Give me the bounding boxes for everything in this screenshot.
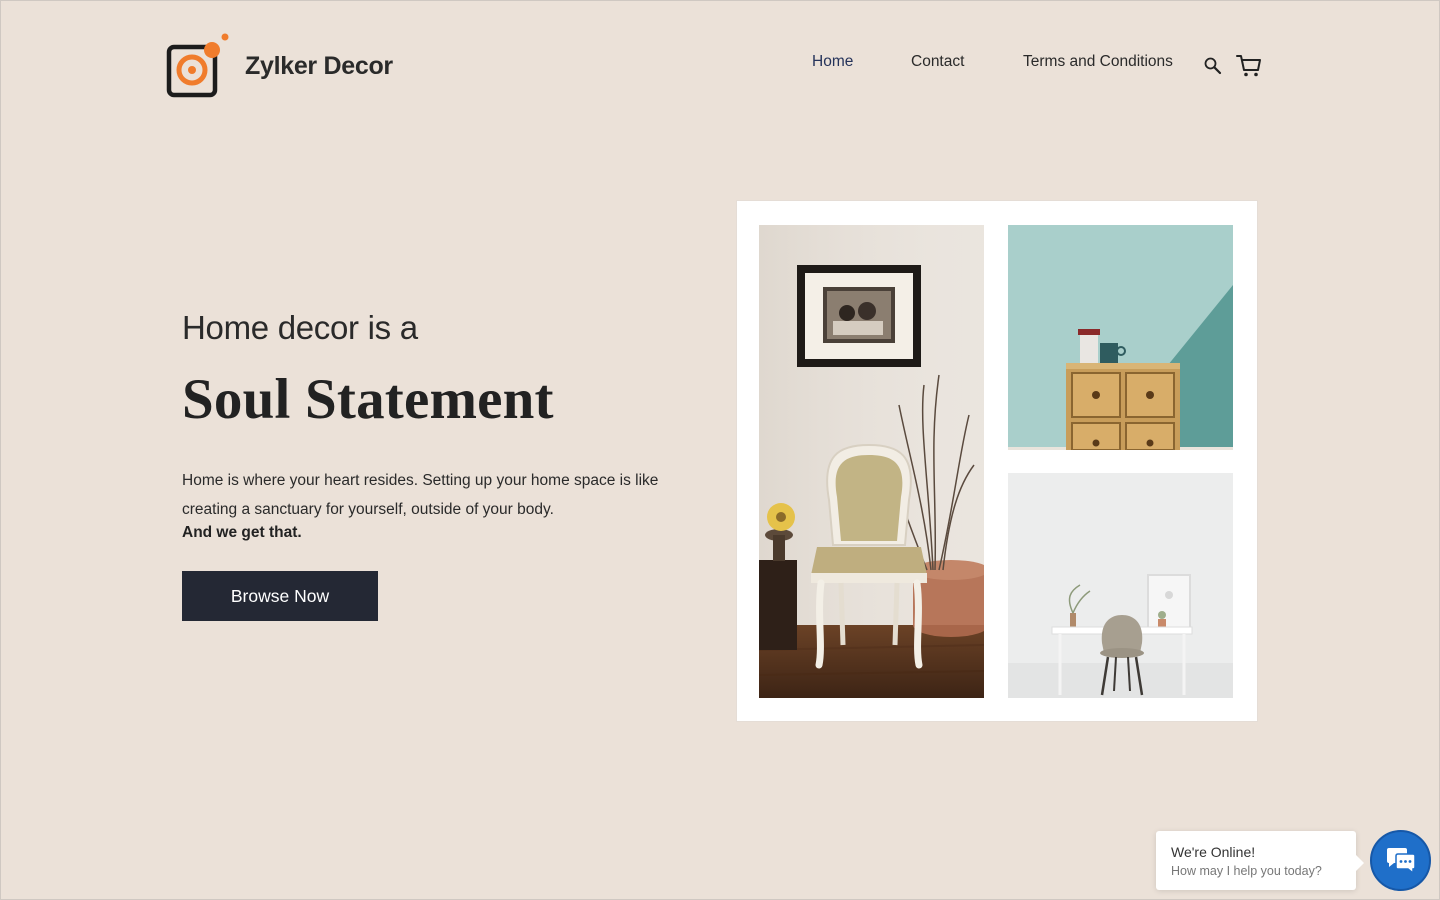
drawer-cabinet-image xyxy=(1008,225,1233,450)
chat-title: We're Online! xyxy=(1171,844,1256,860)
chat-greeting-bubble[interactable]: We're Online! How may I help you today? xyxy=(1156,831,1364,890)
search-icon[interactable] xyxy=(1203,56,1223,81)
brand-logo[interactable]: Zylker Decor xyxy=(165,33,393,99)
cart-icon[interactable] xyxy=(1236,54,1262,83)
chat-subtitle: How may I help you today? xyxy=(1171,864,1322,878)
hero-description: Home is where your heart resides. Settin… xyxy=(182,472,659,518)
site-header: Zylker Decor Home Contact Terms and Cond… xyxy=(1,1,1440,131)
brand-name: Zylker Decor xyxy=(245,51,393,80)
product-collage xyxy=(736,200,1258,722)
desk-chair-image xyxy=(1008,473,1233,698)
hero-pre-title: Home decor is a xyxy=(182,309,418,346)
camera-lens-logo-icon xyxy=(166,33,229,98)
nav-link-terms[interactable]: Terms and Conditions xyxy=(1023,53,1173,71)
chat-launcher-button[interactable] xyxy=(1370,830,1431,891)
nav-link-contact[interactable]: Contact xyxy=(911,53,964,71)
nav-link-home[interactable]: Home xyxy=(812,53,853,71)
chair-room-image xyxy=(759,225,984,698)
chat-bubbles-icon xyxy=(1386,847,1416,875)
hero-tagline: And we get that. xyxy=(182,524,302,541)
hero-title: Soul Statement xyxy=(182,368,554,431)
browse-now-button[interactable]: Browse Now xyxy=(182,571,378,621)
